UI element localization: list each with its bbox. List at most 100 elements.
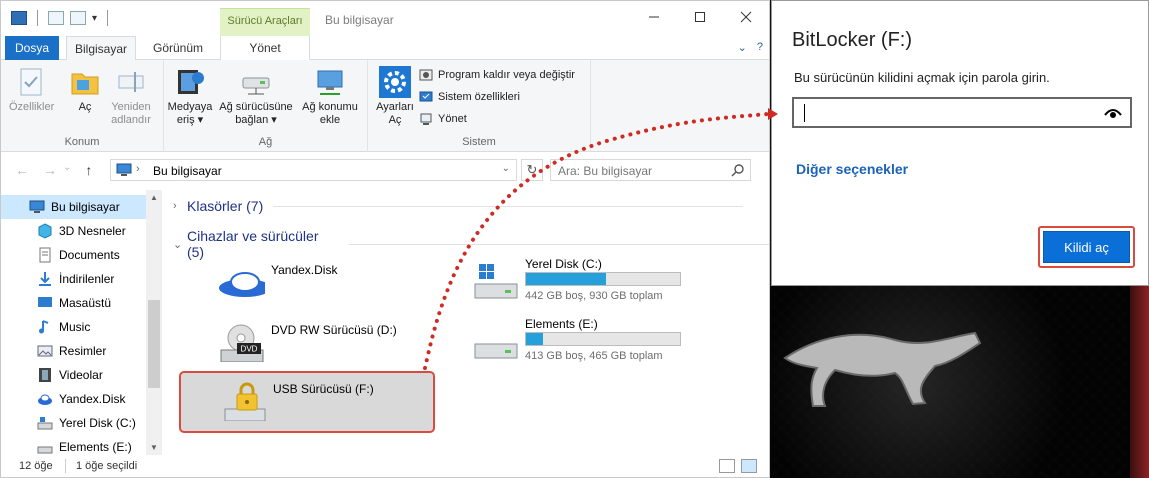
qat-separator (107, 10, 109, 26)
sidebar-item-label: Resimler (59, 344, 107, 358)
local-disk-c-tile[interactable]: Yerel Disk (C:) 442 GB boş, 930 GB topla… (473, 250, 725, 308)
more-options-link[interactable]: Diğer seçenekler (796, 161, 908, 177)
sidebar-item-label: Bu bilgisayar (51, 200, 120, 214)
film-icon (39, 368, 51, 382)
hard-drive-icon (37, 446, 53, 454)
dvd-drive-tile[interactable]: DVD DVD RW Sürücüsü (D:) (179, 314, 431, 372)
address-dropdown-icon[interactable]: ⌄ (502, 163, 510, 174)
address-box[interactable]: › Bu bilgisayar ⌄ (110, 159, 517, 181)
scroll-up-icon[interactable]: ▲ (146, 193, 162, 202)
uninstall-program-button[interactable]: Program kaldır veya değiştir (419, 68, 575, 82)
access-media-button[interactable]: Medyaya eriş ▾ (166, 66, 214, 127)
chevron-down-icon[interactable]: ⌄ (173, 238, 187, 251)
sidebar-item-label: Yandex.Disk (59, 392, 126, 406)
sidebar-item-this-pc[interactable]: Bu bilgisayar (1, 195, 146, 219)
sidebar-item-videos[interactable]: Videolar (1, 363, 146, 387)
window-title: Bu bilgisayar (325, 13, 394, 27)
selection-count: 1 öğe seçildi (76, 460, 138, 472)
music-note-icon (39, 320, 49, 334)
local-disk-c-label: Yerel Disk (C:) (525, 257, 602, 271)
sidebar-item-documents[interactable]: Documents (1, 243, 146, 267)
computer-icon (29, 200, 45, 213)
sidebar-item-label: 3D Nesneler (59, 224, 126, 238)
sidebar-item-elements-e[interactable]: Elements (E:) (1, 435, 146, 455)
usb-drive-tile[interactable]: USB Sürücüsü (F:) (179, 371, 435, 433)
recent-locations-icon[interactable]: ⌄ (63, 162, 71, 178)
map-drive-label-2: bağlan ▾ (235, 114, 277, 126)
ribbon-group-label-system: Sistem (462, 136, 496, 148)
network-drive-icon (240, 66, 272, 98)
disk-usage-bar-c (525, 272, 681, 286)
search-input[interactable]: Ara: Bu bilgisayar (550, 159, 751, 181)
add-location-label-1: Ağ konumu (302, 101, 358, 113)
tiles-view-icon[interactable] (741, 459, 757, 473)
group-header-folders[interactable]: › Klasörler (7) (173, 198, 744, 214)
details-view-icon[interactable] (719, 459, 735, 473)
folder-open-icon (69, 66, 101, 98)
unlock-button[interactable]: Kilidi aç (1043, 231, 1130, 263)
elements-e-label: Elements (E:) (525, 317, 598, 331)
add-network-location-button[interactable]: Ağ konumu ekle (298, 66, 362, 127)
chevron-down-icon[interactable]: ⌄ (738, 41, 747, 54)
open-label: Aç (78, 101, 92, 113)
tab-manage[interactable]: Yönet (220, 36, 310, 60)
tab-file[interactable]: Dosya (5, 36, 59, 60)
manage-button[interactable]: Yönet (419, 112, 467, 126)
forward-arrow-icon[interactable]: → (43, 162, 57, 178)
open-button[interactable]: Aç (63, 66, 107, 114)
customize-qat-icon[interactable]: ▾ (92, 13, 97, 24)
ribbon-group-label-network: Ağ (258, 136, 273, 148)
sidebar-item-pictures[interactable]: Resimler (1, 339, 146, 363)
add-location-label-2: ekle (319, 114, 341, 126)
tab-computer[interactable]: Bilgisayar (66, 36, 136, 61)
password-input[interactable] (802, 102, 1102, 124)
scroll-down-icon[interactable]: ▼ (146, 443, 162, 452)
sidebar-item-yandex-disk[interactable]: Yandex.Disk (1, 387, 146, 411)
dvd-drive-icon: DVD (220, 324, 264, 362)
up-arrow-icon[interactable]: ↑ (85, 162, 92, 178)
sidebar-item-3d-objects[interactable]: 3D Nesneler (1, 219, 146, 243)
help-icon[interactable]: ? (757, 41, 763, 54)
new-folder-icon[interactable] (70, 11, 86, 25)
refresh-button[interactable]: ↻ (521, 159, 543, 181)
maximize-button[interactable] (677, 1, 723, 33)
locked-drive-icon (224, 382, 266, 421)
elements-e-tile[interactable]: Elements (E:) 413 GB boş, 465 GB toplam (473, 310, 725, 368)
open-settings-button[interactable]: Ayarları Aç (372, 66, 418, 127)
sidebar-item-label: Elements (E:) (59, 440, 132, 454)
yandex-disk-tile[interactable]: Yandex.Disk (179, 254, 431, 312)
sidebar-item-label: Yerel Disk (C:) (59, 416, 136, 430)
back-arrow-icon[interactable]: ← (15, 162, 29, 178)
refresh-icon: ↻ (526, 162, 538, 177)
media-text-1: Medyaya (167, 101, 213, 113)
minimize-button[interactable] (631, 1, 677, 33)
context-tab-label: Sürücü Araçları (227, 15, 303, 27)
system-properties-label: Sistem özellikleri (438, 91, 520, 103)
wallpaper-red-edge (1130, 286, 1149, 478)
hard-drive-icon (474, 343, 518, 359)
sidebar-item-desktop[interactable]: Masaüstü (1, 291, 146, 315)
mustang-emblem-icon (783, 331, 982, 407)
breadcrumb-chevron-icon[interactable]: › (136, 163, 140, 175)
manage-label: Yönet (438, 113, 467, 125)
close-button[interactable] (723, 1, 769, 33)
ribbon: Özellikler Aç Yeniden adlandır Konum Med… (1, 60, 769, 152)
navigation-scrollbar[interactable]: ▲ ▼ (146, 190, 162, 455)
chevron-right-icon[interactable]: › (173, 200, 187, 212)
navigation-pane: Bu bilgisayar 3D Nesneler Documents İndi… (1, 190, 162, 455)
sidebar-item-local-disk-c[interactable]: Yerel Disk (C:) (1, 411, 146, 435)
scrollbar-thumb[interactable] (148, 300, 160, 388)
system-properties-button[interactable]: Sistem özellikleri (419, 90, 520, 104)
yandex-disk-icon (38, 394, 52, 405)
map-network-drive-button[interactable]: Ağ sürücüsüne bağlan ▾ (216, 66, 296, 127)
window-controls (631, 1, 769, 33)
tab-view[interactable]: Görünüm (141, 36, 215, 60)
properties-button[interactable]: Özellikler (9, 66, 54, 114)
rename-button[interactable]: Yeniden adlandır (106, 66, 156, 127)
show-password-eye-icon[interactable] (1104, 107, 1122, 119)
sidebar-item-label: Music (59, 320, 91, 334)
sidebar-item-music[interactable]: Music (1, 315, 146, 339)
properties-icon[interactable] (48, 11, 64, 25)
map-drive-label-1: Ağ sürücüsüne (219, 101, 293, 113)
sidebar-item-downloads[interactable]: İndirilenler (1, 267, 146, 291)
